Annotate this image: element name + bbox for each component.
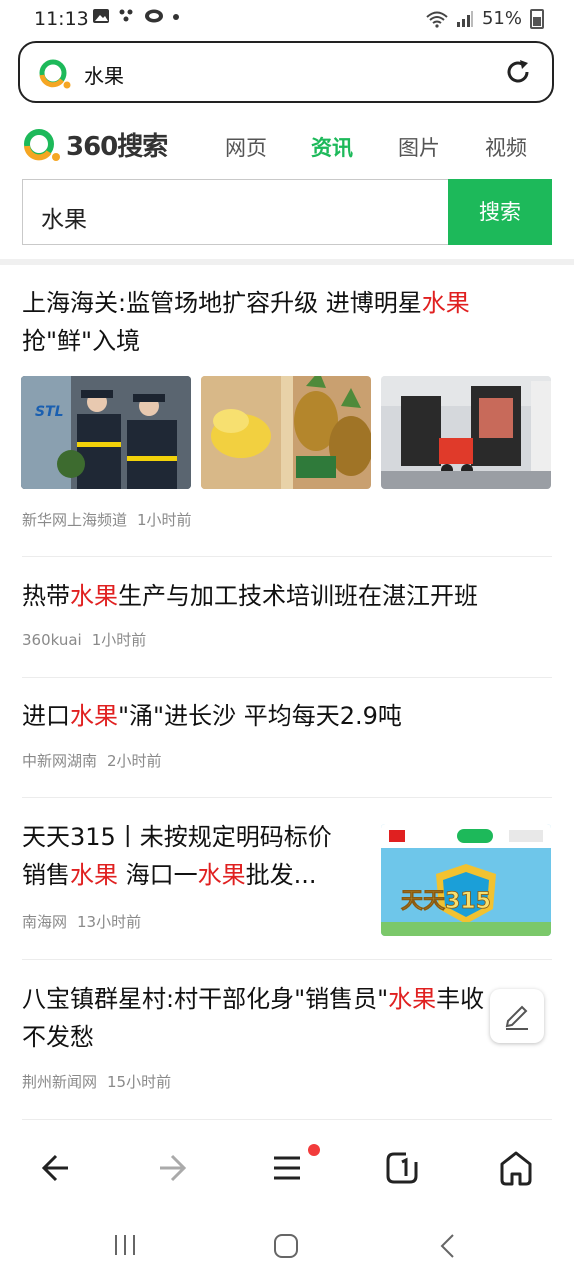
headline-text: "涌"进长沙 平均每天2.9吨: [118, 702, 402, 730]
news-thumbnail-customs-officers[interactable]: STL: [21, 376, 191, 489]
headline-text: 上海海关:监管场地扩容升级 进博明星: [22, 289, 422, 317]
menu-icon[interactable]: [270, 1148, 304, 1188]
status-time: 11:13: [34, 8, 89, 30]
headline-keyword: 水果: [70, 582, 118, 610]
news-meta: 360kuai 1小时前: [22, 629, 552, 650]
url-bar[interactable]: 水果: [18, 41, 554, 103]
headline-keyword: 水果: [388, 985, 437, 1013]
headline-text: 抢"鲜"入境: [22, 327, 141, 355]
back-arrow-icon[interactable]: [38, 1148, 72, 1188]
divider: [22, 556, 552, 557]
search-engine-logo-icon: [39, 59, 71, 89]
news-meta: 新华网上海频道 1小时前: [22, 509, 552, 530]
notification-icons: [92, 8, 180, 24]
battery-icon: [530, 8, 544, 29]
headline-text: 不发愁: [22, 1023, 94, 1051]
more-notifications-icon: [173, 14, 179, 20]
news-source: 南海网: [22, 913, 68, 931]
news-item[interactable]: 八宝镇群星村:村干部化身"销售员"水果丰收 不发愁: [22, 980, 552, 1056]
home-button-icon[interactable]: [272, 1232, 300, 1260]
signal-icon: [456, 10, 473, 27]
chat-app-icon: [145, 9, 163, 23]
news-item[interactable]: 进口水果"涌"进长沙 平均每天2.9吨: [22, 697, 552, 735]
news-time: 1小时前: [91, 631, 147, 649]
url-query-text: 水果: [84, 64, 124, 88]
news-meta: 南海网 13小时前: [22, 911, 552, 932]
brand-logo[interactable]: 360搜索: [22, 126, 168, 163]
news-time: 1小时前: [137, 511, 192, 529]
divider: [22, 797, 552, 798]
status-right: 51%: [426, 8, 544, 29]
news-source: 中新网湖南: [22, 752, 98, 770]
news-source: 新华网上海频道: [22, 511, 128, 529]
headline-text: 海口一: [118, 861, 198, 889]
news-item[interactable]: 上海海关:监管场地扩容升级 进博明星水果 抢"鲜"入境: [22, 284, 552, 360]
news-source: 荆州新闻网: [22, 1073, 98, 1091]
tabs-icon[interactable]: [384, 1148, 420, 1188]
headline-keyword: 水果: [70, 702, 118, 730]
browser-toolbar: [0, 1128, 574, 1212]
news-time: 2小时前: [107, 752, 162, 770]
tab-video[interactable]: 视频: [485, 132, 527, 162]
news-meta: 荆州新闻网 15小时前: [22, 1071, 552, 1092]
reload-icon[interactable]: [504, 58, 532, 86]
pencil-icon: [505, 1005, 528, 1030]
floating-edit-button[interactable]: [490, 989, 544, 1043]
brand-row: 360搜索 网页 资讯 图片 视频: [0, 112, 574, 172]
news-item[interactable]: 热带水果生产与加工技术培训班在湛江开班: [22, 577, 552, 615]
tab-web[interactable]: 网页: [225, 132, 267, 162]
status-bar: 11:13 51%: [0, 0, 574, 38]
news-thumbnail-cold-storage[interactable]: [381, 376, 551, 489]
news-source: 360kuai: [22, 631, 82, 649]
home-icon[interactable]: [498, 1148, 534, 1188]
headline-text: 进口: [22, 702, 70, 730]
notification-badge: [308, 1144, 320, 1156]
news-item[interactable]: 天天315丨未按规定明码标价 销售水果 海口一水果批发...: [22, 818, 372, 894]
360-logo-icon: [24, 128, 60, 161]
news-time: 15小时前: [107, 1073, 172, 1091]
headline-text: 批发...: [245, 861, 317, 889]
news-time: 13小时前: [77, 913, 142, 931]
battery-percent: 51%: [481, 8, 522, 29]
search-box: 水果 搜索: [22, 179, 552, 245]
headline-text: 生产与加工技术培训班在湛江开班: [118, 582, 478, 610]
search-input[interactable]: 水果: [22, 179, 448, 245]
system-nav-bar: [0, 1212, 574, 1280]
news-headline[interactable]: 上海海关:监管场地扩容升级 进博明星水果 抢"鲜"入境: [22, 284, 552, 360]
headline-text: 热带: [22, 582, 70, 610]
tab-news[interactable]: 资讯: [311, 132, 353, 162]
news-headline[interactable]: 热带水果生产与加工技术培训班在湛江开班: [22, 577, 552, 615]
system-back-icon[interactable]: [436, 1232, 460, 1260]
svg-text:STL: STL: [35, 404, 64, 420]
divider: [22, 959, 552, 960]
headline-keyword: 水果: [70, 861, 118, 889]
tab-images[interactable]: 图片: [398, 132, 440, 162]
divider: [22, 677, 552, 678]
section-divider: [0, 259, 574, 265]
news-thumbnail-pineapples[interactable]: [201, 376, 371, 489]
news-headline[interactable]: 天天315丨未按规定明码标价 销售水果 海口一水果批发...: [22, 818, 372, 894]
forward-arrow-icon[interactable]: [156, 1148, 190, 1188]
dots-app-icon: [119, 9, 133, 22]
headline-text: 销售: [22, 861, 70, 889]
headline-text: 丰收: [436, 985, 485, 1013]
recent-apps-icon[interactable]: [112, 1232, 138, 1258]
news-headline[interactable]: 八宝镇群星村:村干部化身"销售员"水果丰收 不发愁: [22, 980, 552, 1056]
wifi-icon: [426, 11, 448, 28]
gallery-icon: [93, 9, 109, 23]
search-button[interactable]: 搜索: [448, 179, 552, 245]
news-meta: 中新网湖南 2小时前: [22, 750, 552, 771]
headline-text: 天天315丨未按规定明码标价: [22, 823, 332, 851]
headline-keyword: 水果: [421, 289, 470, 317]
headline-keyword: 水果: [197, 861, 246, 889]
brand-name: 360搜索: [66, 132, 168, 162]
headline-text: 八宝镇群星村:村干部化身"销售员": [22, 985, 389, 1013]
news-headline[interactable]: 进口水果"涌"进长沙 平均每天2.9吨: [22, 697, 552, 735]
divider: [22, 1119, 552, 1120]
